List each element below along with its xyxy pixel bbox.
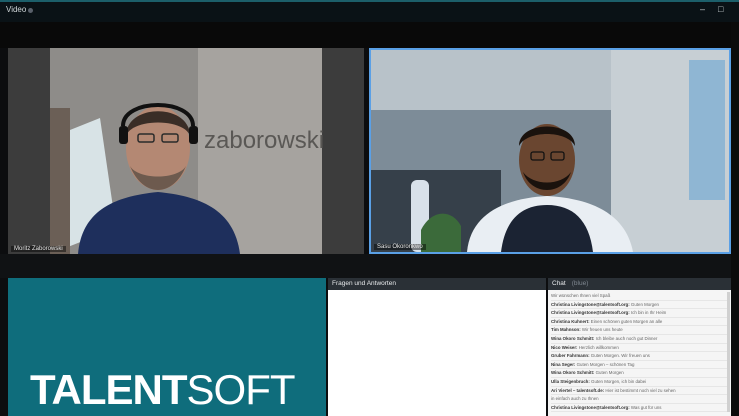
chat-message: Christina Livingstone@talentsoft.org: Ic… xyxy=(551,309,728,318)
participant-name-1: Moritz Zaborowski xyxy=(11,246,66,252)
chat-message: Gruber Fahrmann: Guten Morgen. Wir freue… xyxy=(551,352,728,361)
chat-message: Wina Okoro Schmitt: Guten Morgen xyxy=(551,369,728,378)
chat-message: Ulla Steigenbruch: Guten Morgen, ich bin… xyxy=(551,378,728,387)
right-edge xyxy=(731,22,739,416)
chat-panel[interactable]: Chat (blue) Wir wünschen Ihnen viel Spaß C… xyxy=(548,278,731,416)
participant-tile-1[interactable]: zaborowski Moritz Zaborowski xyxy=(8,48,364,254)
chat-message: in einfach auch zu Ihnen xyxy=(551,395,728,404)
brand-logo: TALENTSOFT xyxy=(30,366,296,413)
window-indicator-icon xyxy=(28,8,33,13)
minimize-button[interactable]: – xyxy=(700,4,705,14)
chat-subtitle: (blue) xyxy=(571,280,589,287)
chat-message: Christina Kuhnert: Einen schönen guten M… xyxy=(551,318,728,327)
participant-video-2 xyxy=(371,50,729,252)
chat-message: Wina Okoro Schmitt: Ich bleibe auch noch… xyxy=(551,335,728,344)
chat-message: Christina Livingstone@talentsoft.org: Wa… xyxy=(551,404,728,413)
tile-toolbar-area xyxy=(0,254,739,278)
qa-title: Fragen und Antworten xyxy=(328,278,546,290)
chat-message: Tim Mahnson: Wir freuen uns heute xyxy=(551,326,728,335)
brand-panel: TALENTSOFT xyxy=(8,278,326,416)
chat-message: Christina Livingstone@talentsoft.org: Gu… xyxy=(551,301,728,310)
chat-title: Chat xyxy=(552,280,566,287)
participant-tile-2-active[interactable]: Sasu Okoronkwo xyxy=(369,48,731,254)
chat-scrollbar[interactable] xyxy=(727,292,730,412)
chat-message: Ari Viertel – talentsoft.de: Hier ist be… xyxy=(551,387,728,396)
maximize-button[interactable]: □ xyxy=(718,4,723,14)
participant-video-1: zaborowski xyxy=(8,48,364,254)
window-title: Video xyxy=(6,5,27,14)
window-titlebar: Video – □ xyxy=(0,0,739,22)
chat-message: Nico Weiser: Herzlich willkommen xyxy=(551,344,728,353)
top-spacer xyxy=(0,22,739,48)
wall-text: zaborowski xyxy=(204,127,324,154)
chat-message: Wir wünschen Ihnen viel Spaß xyxy=(551,292,728,301)
chat-header: Chat (blue) xyxy=(548,278,731,290)
qa-panel[interactable]: Fragen und Antworten xyxy=(328,278,546,416)
chat-message: Nina Seger: Guten Morgen – schönen Tag xyxy=(551,361,728,370)
participant-name-2: Sasu Okoronkwo xyxy=(374,244,426,250)
chat-messages: Wir wünschen Ihnen viel Spaß Christina Li… xyxy=(548,290,731,414)
